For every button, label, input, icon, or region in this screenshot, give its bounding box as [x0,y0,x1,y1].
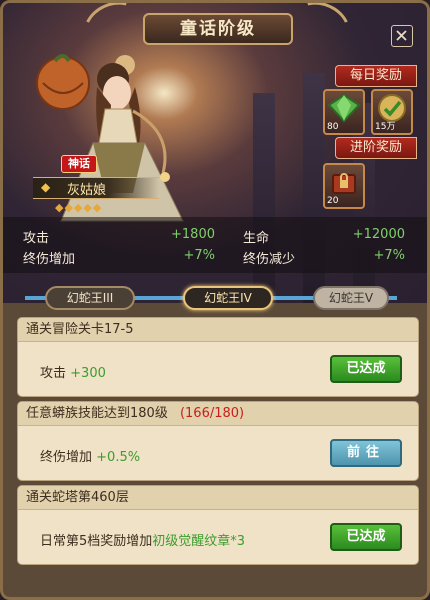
green-gem-icon [327,93,361,123]
window-title: 童话阶级 [143,13,293,45]
task-card: 任意蟒族技能达到180级 (166/180) 终伤增加 +0.5% 前往 [17,401,419,481]
daily-reward-label: 每日奖励 [335,65,417,87]
completed-button[interactable]: 已达成 [330,355,402,383]
hero-name-plate: ◆ 灰姑娘 [33,177,159,199]
stat-value-final-dmg-up: +7% [183,248,215,263]
task-title: 任意蟒族技能达到180级 (166/180) [18,402,418,426]
completed-button[interactable]: 已达成 [330,523,402,551]
task-reward-label: 终伤增加 [40,450,93,465]
reward-count: 80 [327,122,339,132]
task-list: 通关冒险关卡17-5 攻击 +300 已达成 任意蟒族技能达到180级 (166… [17,317,419,597]
tab-tier-3[interactable]: 幻蛇王III [45,286,135,310]
tab-tier-5[interactable]: 幻蛇王V [313,286,389,310]
task-title-text: 通关蛇塔第460层 [26,490,129,505]
tab-tier-4[interactable]: 幻蛇王IV [183,286,273,310]
task-title: 通关冒险关卡17-5 [18,318,418,342]
task-progress: (166/180) [179,406,245,421]
task-reward-qty: *3 [230,534,246,549]
stat-label-hp: 生命 [243,231,270,246]
reward-count: 20 [327,196,339,206]
task-card: 通关冒险关卡17-5 攻击 +300 已达成 [17,317,419,397]
hero-banner: 神话 ◆ 灰姑娘 ◆◆◆◆◆ 每日奖励 80 15万 进阶奖励 20 攻击 +1… [3,3,427,303]
stat-label-attack: 攻击 [23,231,50,246]
task-reward-label: 日常第5档奖励增加 [40,534,153,549]
task-reward-value: +300 [70,366,106,381]
task-card: 通关蛇塔第460层 日常第5档奖励增加初级觉醒纹章*3 已达成 [17,485,419,565]
close-button[interactable] [391,25,413,47]
star-rating: ◆◆◆◆◆ [55,201,103,214]
task-reward: 终伤增加 +0.5% [40,446,140,465]
task-body: 攻击 +300 已达成 [18,342,418,396]
stat-value-final-dmg-down: +7% [373,248,405,263]
rarity-badge: 神话 [61,155,97,173]
daily-reward-item[interactable]: 15万 [371,89,413,135]
locked-chest-icon [332,173,356,194]
stat-bonus-panel: 攻击 +1800 生命 +12000 终伤增加 +7% 终伤减少 +7% [3,217,427,273]
stat-value-hp: +12000 [352,227,405,242]
fairy-tale-rank-panel: 神话 ◆ 灰姑娘 ◆◆◆◆◆ 每日奖励 80 15万 进阶奖励 20 攻击 +1… [0,0,430,600]
task-reward-value: +0.5% [96,450,141,465]
task-reward: 攻击 +300 [40,362,106,381]
task-reward: 日常第5档奖励增加初级觉醒纹章*3 [40,530,245,549]
task-body: 终伤增加 +0.5% 前往 [18,426,418,480]
advance-reward-label: 进阶奖励 [335,137,417,159]
diamond-ornament-icon: ◆ [41,180,51,194]
stat-label-final-dmg-down: 终伤减少 [243,252,296,267]
reward-count: 15万 [375,122,396,132]
go-button[interactable]: 前往 [330,439,402,467]
task-title-text: 任意蟒族技能达到180级 [26,406,168,421]
stat-label-final-dmg-up: 终伤增加 [23,252,76,267]
stat-value-attack: +1800 [171,227,215,242]
hero-name: 灰姑娘 [67,183,107,198]
task-reward-label: 攻击 [40,366,67,381]
task-title-text: 通关冒险关卡17-5 [26,322,134,337]
task-title: 通关蛇塔第460层 [18,486,418,510]
close-icon [396,30,407,41]
task-body: 日常第5档奖励增加初级觉醒纹章*3 已达成 [18,510,418,564]
daily-reward-item[interactable]: 80 [323,89,365,135]
task-reward-value: 初级觉醒纹章 [152,534,231,549]
advance-reward-item[interactable]: 20 [323,163,365,209]
